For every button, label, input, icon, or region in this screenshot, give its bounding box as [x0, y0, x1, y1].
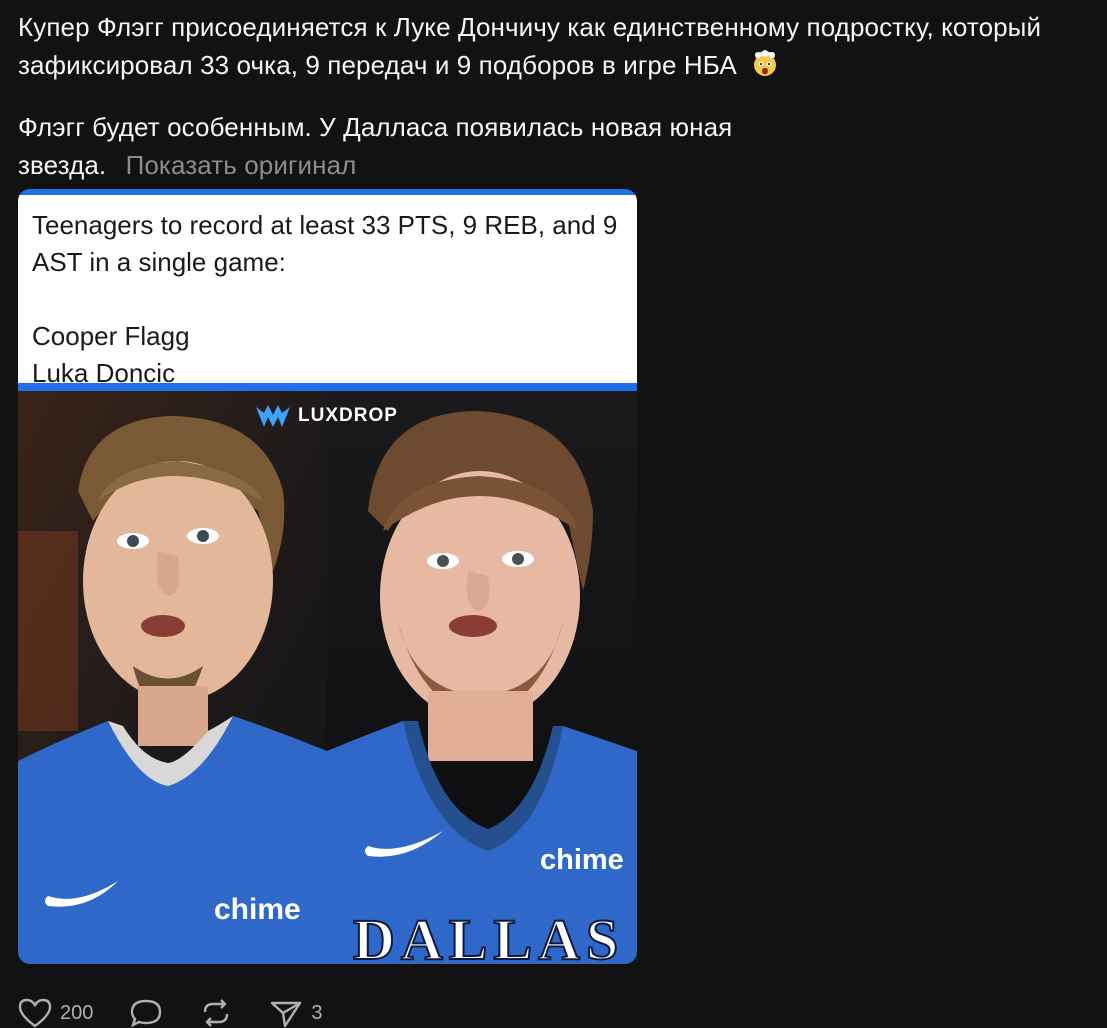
right-sponsor: chime	[540, 844, 624, 876]
post-image[interactable]: Teenagers to record at least 33 PTS, 9 R…	[18, 189, 637, 964]
send-icon	[271, 1001, 302, 1028]
post-text-line1: Купер Флэгг присоединяется к Луке Дончич…	[18, 12, 1042, 80]
show-original-link[interactable]: Показать оригинал	[126, 150, 357, 180]
stat-card-name-1: Cooper Flagg	[32, 321, 190, 351]
comment-icon	[131, 999, 162, 1028]
luxdrop-logo: LUXDROP	[254, 403, 398, 429]
player-photos: chime chime DALLAS LUXDROP	[18, 391, 637, 964]
like-button[interactable]: 200	[18, 998, 93, 1028]
post-text: Купер Флэгг присоединяется к Луке Дончич…	[18, 8, 1093, 184]
repost-button[interactable]	[199, 998, 233, 1028]
like-count: 200	[60, 1001, 94, 1024]
stat-card: Teenagers to record at least 33 PTS, 9 R…	[18, 195, 637, 388]
send-button[interactable]: 3	[269, 998, 323, 1028]
luxdrop-logo-text: LUXDROP	[298, 405, 398, 426]
repost-icon	[204, 999, 229, 1027]
stat-card-title: Teenagers to record at least 33 PTS, 9 R…	[32, 210, 618, 277]
post-actions: 200 3	[18, 998, 359, 1028]
comment-button[interactable]	[129, 998, 163, 1028]
exploding-head-emoji-icon	[750, 48, 780, 88]
image-divider	[18, 383, 637, 391]
left-sponsor: chime	[214, 893, 301, 926]
heart-icon	[18, 998, 52, 1028]
share-count: 3	[311, 1001, 323, 1024]
jersey-text: DALLAS	[353, 907, 624, 964]
post-paragraph-1: Купер Флэгг присоединяется к Луке Дончич…	[18, 8, 1093, 88]
luxdrop-logo-icon	[256, 405, 290, 427]
post-paragraph-2: Флэгг будет особенным. У Далласа появила…	[18, 108, 738, 184]
